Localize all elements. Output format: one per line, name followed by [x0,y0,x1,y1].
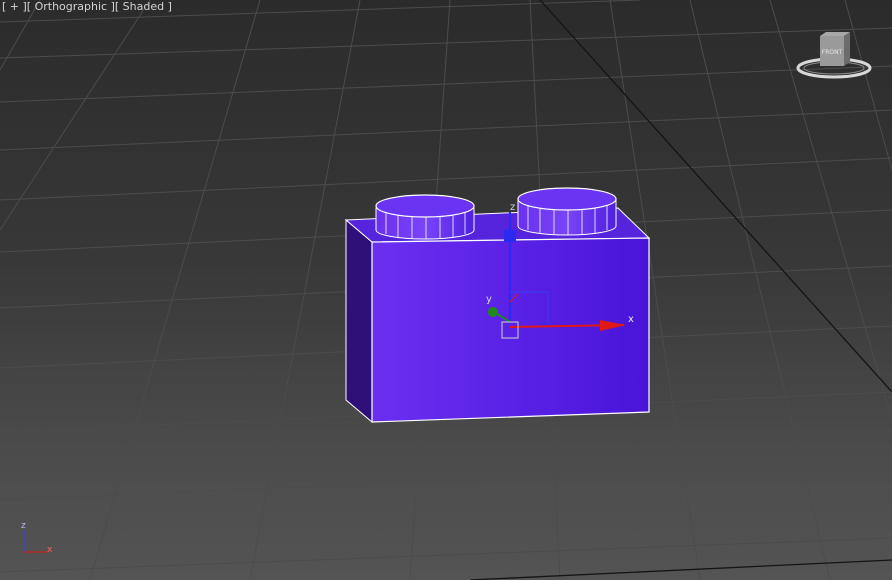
viewport-general-menu[interactable]: [ + ] [2,0,27,13]
viewport-point-of-view-menu[interactable]: [ Orthographic ] [27,0,115,13]
brick-stud-right [517,187,617,236]
gizmo-y-label: y [486,294,492,305]
brick-object[interactable] [344,187,651,424]
viewcube-right-face[interactable] [844,32,850,66]
brick-left-face [345,218,373,424]
viewport-shading-menu[interactable]: [ Shaded ] [115,0,172,13]
tripod-z-label: z [21,521,26,531]
viewcube[interactable]: FRONT [796,30,874,82]
tripod-x-label: x [47,545,53,555]
viewcube-front-label: FRONT [822,49,843,56]
scene-canvas[interactable]: z x y [0,0,892,580]
viewport-label-menu: [ + ][ Orthographic ][ Shaded ] [2,0,172,14]
gizmo-z-label: z [510,202,515,213]
gizmo-x-label: x [628,314,634,325]
world-axis-tripod: z x [21,521,53,555]
gizmo-y-arrow[interactable] [488,307,498,317]
3d-viewport[interactable]: z x y [ + ][ Orthographic ][ Shaded ] FR… [0,0,892,580]
brick-stud-left [375,194,475,240]
